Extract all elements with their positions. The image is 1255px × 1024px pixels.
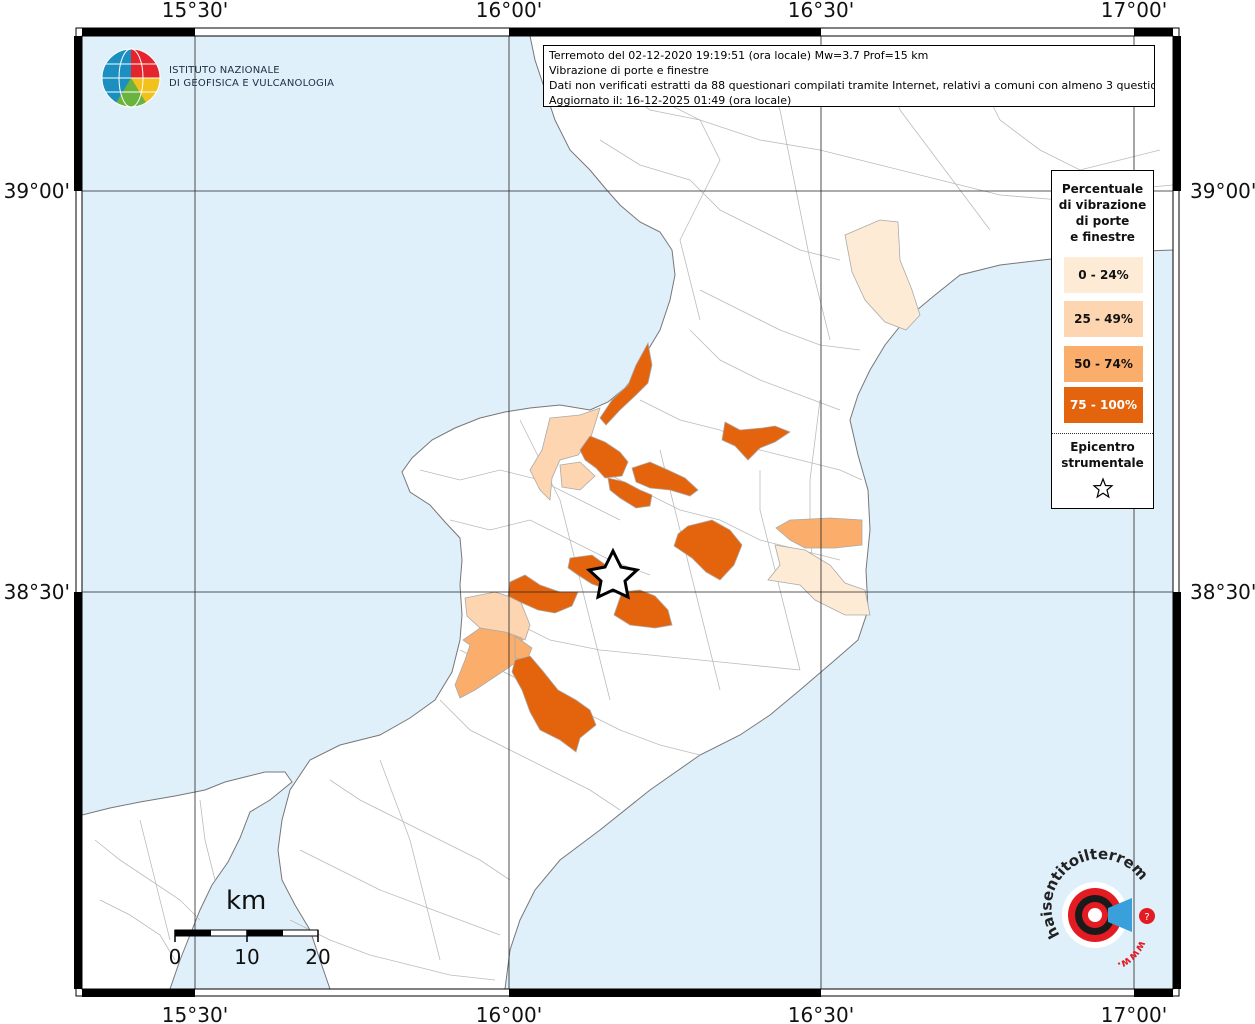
legend-title-line: di vibrazione [1058, 198, 1147, 212]
legend-title-line: di porte [1075, 214, 1130, 228]
lon-label-top: 16°30' [788, 0, 854, 22]
lat-label-left: 39°00' [4, 179, 70, 203]
legend-title: Percentuale di vibrazione di porte e fin… [1052, 181, 1153, 245]
scale-tick-label: 0 [169, 945, 182, 969]
ingv-logo-line: DI GEOFISICA E VULCANOLOGIA [169, 78, 335, 89]
lon-label-bottom: 17°00' [1101, 1003, 1167, 1024]
event-info-box: Terremoto del 02-12-2020 19:19:51 (ora l… [543, 45, 1155, 107]
legend-epicenter-line: strumentale [1061, 456, 1144, 470]
event-info-line: Aggiornato il: 16-12-2025 01:49 (ora loc… [549, 94, 792, 107]
lon-label-bottom: 16°30' [788, 1003, 854, 1024]
lon-label-top: 16°00' [476, 0, 542, 22]
lon-label-bottom: 15°30' [162, 1003, 228, 1024]
lon-label-top: 15°30' [162, 0, 228, 22]
legend-swatch-50-74: 50 - 74% [1064, 346, 1143, 382]
ingv-logo [101, 48, 161, 108]
legend-title-line: Percentuale [1061, 182, 1144, 196]
event-info-line: Terremoto del 02-12-2020 19:19:51 (ora l… [549, 49, 929, 62]
legend-swatch-25-49: 25 - 49% [1064, 301, 1143, 337]
legend-divider [1052, 433, 1153, 434]
event-info-line: Dati non verificati estratti da 88 quest… [549, 79, 1155, 92]
ingv-logo-text: ISTITUTO NAZIONALE DI GEOFISICA E VULCAN… [169, 64, 334, 90]
legend-star-icon [1092, 477, 1114, 499]
svg-text:?: ? [1144, 912, 1149, 923]
legend-swatch-0-24: 0 - 24% [1064, 257, 1143, 293]
event-info-line: Vibrazione di porte e finestre [549, 64, 709, 77]
legend-title-line: e finestre [1070, 230, 1135, 244]
lon-label-bottom: 16°00' [476, 1003, 542, 1024]
scale-unit-label: km [226, 886, 267, 916]
lat-label-right: 38°30' [1190, 580, 1255, 604]
ingv-logo-line: ISTITUTO NAZIONALE [169, 65, 280, 76]
scale-tick-label: 10 [234, 945, 259, 969]
lat-label-left: 38°30' [4, 580, 70, 604]
legend-epicenter-label: Epicentro strumentale [1052, 439, 1153, 471]
legend-swatch-75-100: 75 - 100% [1064, 387, 1143, 423]
map-canvas: 15°30' 16°00' 16°30' 17°00' 15°30' 16°00… [0, 0, 1255, 1024]
lon-label-top: 17°00' [1101, 0, 1167, 22]
scale-tick-label: 20 [305, 945, 330, 969]
lat-label-right: 39°00' [1190, 179, 1255, 203]
legend-epicenter-line: Epicentro [1070, 440, 1135, 454]
legend: Percentuale di vibrazione di porte e fin… [1051, 170, 1154, 509]
